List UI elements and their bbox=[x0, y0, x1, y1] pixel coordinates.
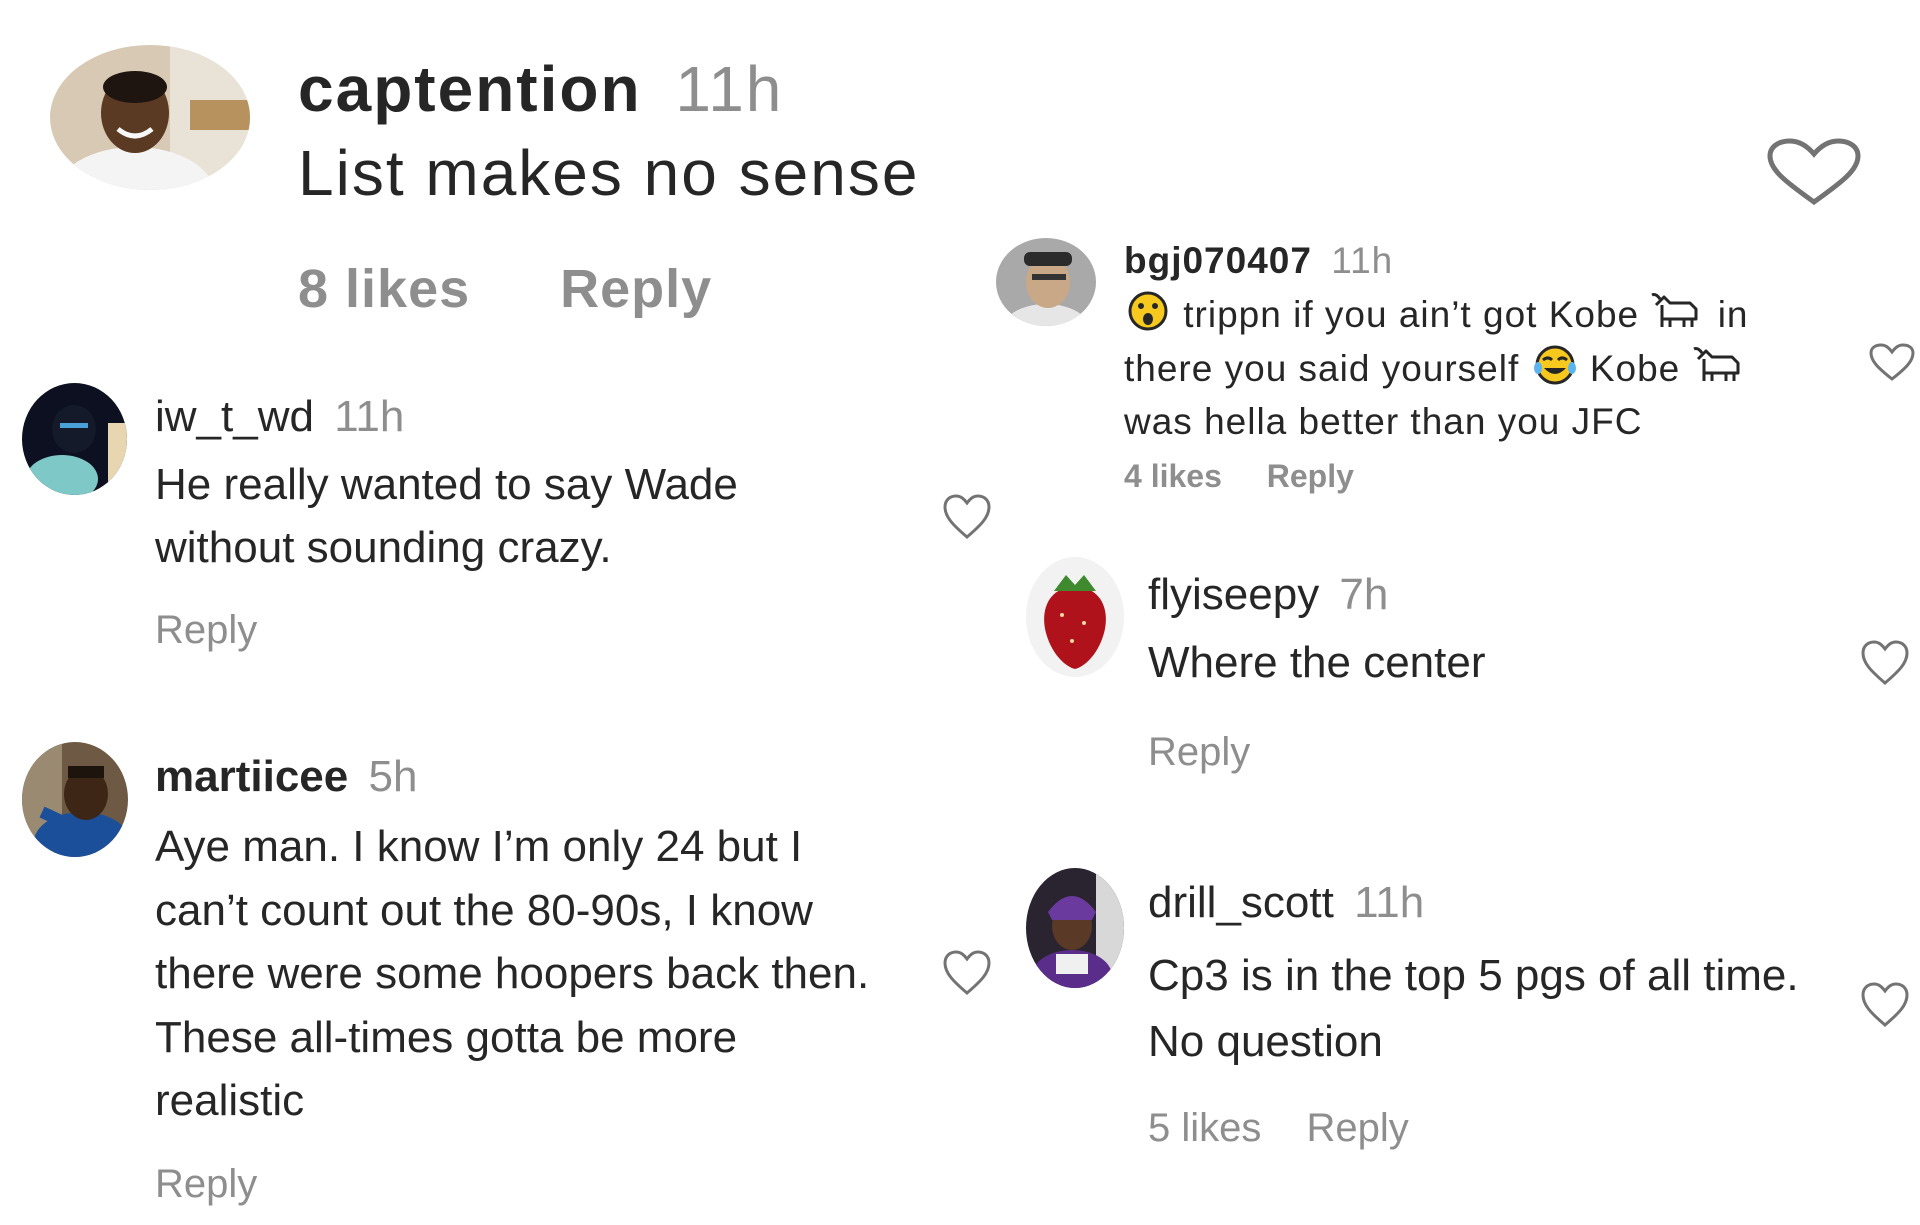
likes-count[interactable]: 4 likes bbox=[1124, 458, 1222, 495]
like-heart-icon[interactable] bbox=[1766, 138, 1862, 206]
avatar-photo-drill_scott bbox=[1026, 868, 1124, 988]
text-segment: in bbox=[1717, 293, 1749, 335]
username[interactable]: flyiseepy bbox=[1148, 570, 1319, 619]
tears-of-joy-emoji bbox=[1531, 344, 1579, 398]
reply-button[interactable]: Reply bbox=[1307, 1106, 1409, 1151]
avatar[interactable] bbox=[1026, 868, 1124, 988]
text-segment: Kobe bbox=[1589, 347, 1681, 389]
like-heart-icon[interactable] bbox=[942, 948, 992, 996]
likes-count[interactable]: 5 likes bbox=[1148, 1106, 1261, 1151]
avatar-photo-iw_t_wd bbox=[22, 383, 127, 495]
comment-line: Aye man. I know I’m only 24 but I bbox=[155, 822, 803, 871]
comment-actions: Reply bbox=[1148, 730, 1250, 775]
comments-screenshot: captention 11h List makes no sense 8 lik… bbox=[0, 0, 1920, 1225]
likes-count[interactable]: 8 likes bbox=[298, 258, 470, 320]
comment-header: drill_scott 11h bbox=[1148, 878, 1424, 928]
comment-line: can’t count out the 80-90s, I know bbox=[155, 885, 813, 935]
comment-line: Cp3 is in the top 5 pgs of all time. bbox=[1148, 951, 1799, 1000]
timestamp: 5h bbox=[368, 752, 418, 801]
username[interactable]: iw_t_wd bbox=[155, 392, 314, 441]
avatar[interactable] bbox=[22, 383, 127, 495]
username[interactable]: drill_scott bbox=[1148, 878, 1334, 927]
like-heart-icon[interactable] bbox=[1860, 980, 1910, 1028]
timestamp: 11h bbox=[1331, 240, 1394, 281]
comment-text: Cp3 is in the top 5 pgs of all time. No … bbox=[1148, 943, 1799, 1075]
reply-button[interactable]: Reply bbox=[1267, 458, 1354, 495]
avatar[interactable] bbox=[22, 742, 128, 857]
comment-line: was hella better than you JFC bbox=[1124, 401, 1643, 442]
timestamp: 11h bbox=[675, 53, 784, 125]
comment-header: bgj070407 11h bbox=[1124, 240, 1393, 282]
comment-header: iw_t_wd 11h bbox=[155, 392, 404, 442]
reply-button[interactable]: Reply bbox=[155, 608, 257, 653]
comment-actions: Reply bbox=[155, 1162, 257, 1207]
text-segment: trippn if you ain’t got Kobe bbox=[1183, 293, 1640, 335]
avatar-photo-bgj070407 bbox=[996, 238, 1096, 326]
avatar[interactable] bbox=[996, 238, 1096, 326]
avatar-photo-martiicee bbox=[22, 742, 128, 857]
comment-text: Aye man. I know I’m only 24 but I can’t … bbox=[155, 815, 869, 1133]
astonished-face-emoji bbox=[1124, 290, 1172, 344]
comment-line: He really wanted to say Wade bbox=[155, 460, 738, 509]
reply-button[interactable]: Reply bbox=[1148, 730, 1250, 775]
comment-text: He really wanted to say Wade without sou… bbox=[155, 453, 738, 579]
comment-text: Where the center bbox=[1148, 638, 1486, 687]
comment-actions: 5 likes Reply bbox=[1148, 1106, 1409, 1151]
reply-button[interactable]: Reply bbox=[155, 1162, 257, 1207]
like-heart-icon[interactable] bbox=[942, 492, 992, 540]
text-segment: there you said yourself bbox=[1124, 347, 1520, 389]
like-heart-icon[interactable] bbox=[1860, 638, 1910, 686]
comment-actions: 4 likes Reply bbox=[1124, 458, 1354, 495]
timestamp: 7h bbox=[1339, 570, 1389, 619]
comment-header: captention 11h bbox=[298, 52, 783, 126]
avatar-photo-captention bbox=[50, 45, 250, 190]
timestamp: 11h bbox=[1354, 878, 1425, 927]
username[interactable]: captention bbox=[298, 53, 642, 125]
comment-text: List makes no sense bbox=[298, 137, 920, 209]
comment-actions: Reply bbox=[155, 608, 257, 653]
reply-button[interactable]: Reply bbox=[560, 258, 712, 320]
goat-emoji bbox=[1650, 291, 1706, 343]
avatar-photo-flyiseepy bbox=[1026, 557, 1124, 677]
comment-actions: 8 likes Reply bbox=[298, 258, 712, 320]
comment-header: martiicee 5h bbox=[155, 752, 417, 802]
comment-header: flyiseepy 7h bbox=[1148, 570, 1388, 620]
avatar[interactable] bbox=[1026, 557, 1124, 677]
like-heart-icon[interactable] bbox=[1868, 342, 1916, 382]
comment-line: there you said yourself Kobe bbox=[1124, 344, 1749, 398]
comment-line: realistic bbox=[155, 1076, 305, 1125]
avatar[interactable] bbox=[50, 45, 250, 190]
username[interactable]: bgj070407 bbox=[1124, 240, 1312, 281]
timestamp: 11h bbox=[334, 392, 405, 441]
comment-line: No question bbox=[1148, 1017, 1383, 1066]
comment-line: without sounding crazy. bbox=[155, 523, 612, 572]
username[interactable]: martiicee bbox=[155, 752, 348, 801]
comment-line: there were some hoopers back then. bbox=[155, 949, 870, 998]
comment-text: trippn if you ain’t got Kobe in there yo… bbox=[1124, 290, 1749, 446]
comment-line: These all-times gotta be more bbox=[155, 1012, 738, 1062]
comment-line: trippn if you ain’t got Kobe in bbox=[1124, 290, 1749, 344]
goat-emoji bbox=[1692, 345, 1748, 397]
